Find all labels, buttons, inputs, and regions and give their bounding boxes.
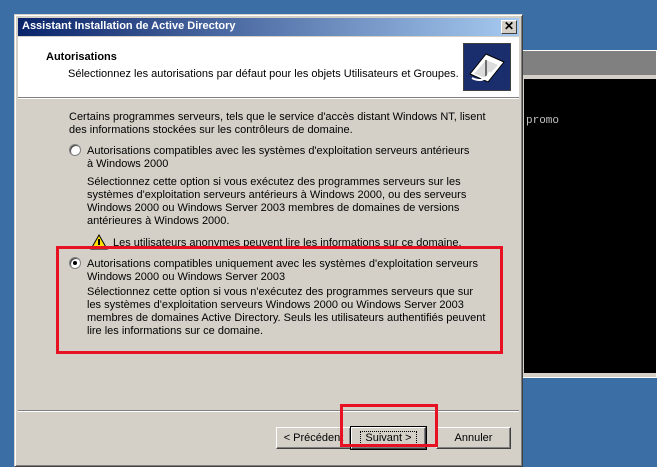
next-button-highlight-box xyxy=(340,404,438,447)
button-separator-light xyxy=(18,411,519,412)
console-text: promo xyxy=(526,115,560,127)
title-bar: Assistant Installation de Active Directo… xyxy=(18,18,519,36)
wizard-book-icon xyxy=(463,43,511,91)
intro-text: Certains programmes serveurs, tels que l… xyxy=(69,111,486,136)
close-button[interactable]: ✕ xyxy=(501,20,517,34)
console-window: promo xyxy=(520,50,657,378)
option2-highlight-box xyxy=(56,246,503,354)
page-subtitle: Sélectionnez les autorisations par défau… xyxy=(68,68,459,80)
page-title: Autorisations xyxy=(46,51,117,63)
option1-label[interactable]: Autorisations compatibles avec les systè… xyxy=(87,145,477,171)
header-separator xyxy=(18,98,519,99)
wizard-dialog: Assistant Installation de Active Directo… xyxy=(14,14,523,467)
radio-pre-windows-2000[interactable] xyxy=(69,144,81,156)
console-titlebar xyxy=(521,51,656,75)
console-output: promo xyxy=(524,79,656,373)
back-button-label: < Précédent xyxy=(283,432,344,444)
cancel-button-label: Annuler xyxy=(454,432,493,444)
close-icon: ✕ xyxy=(503,19,515,33)
window-title: Assistant Installation de Active Directo… xyxy=(22,20,236,32)
wizard-header: Autorisations Sélectionnez les autorisat… xyxy=(18,37,519,98)
option1-description: Sélectionnez cette option si vous exécut… xyxy=(87,176,467,227)
cancel-button[interactable]: Annuler xyxy=(436,427,511,449)
